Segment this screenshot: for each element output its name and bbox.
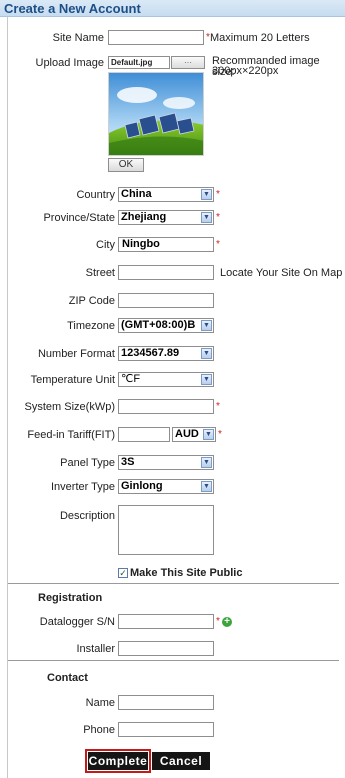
- city-label: City: [96, 239, 115, 251]
- registration-title: Registration: [38, 592, 103, 604]
- country-value: China: [121, 188, 152, 200]
- zip-input[interactable]: [118, 293, 214, 308]
- ok-button[interactable]: OK: [108, 158, 144, 172]
- fit-label: Feed-in Tariff(FIT): [27, 429, 115, 441]
- add-icon[interactable]: +: [222, 617, 232, 627]
- page-title: Create a New Account: [4, 1, 141, 16]
- timezone-select[interactable]: (GMT+08:00)B ▼: [118, 318, 214, 333]
- fit-required-mark: *: [218, 429, 222, 440]
- datalogger-input[interactable]: [118, 614, 214, 629]
- cancel-button[interactable]: Cancel: [152, 752, 210, 770]
- chevron-down-icon: ▼: [201, 374, 212, 385]
- panel-type-label: Panel Type: [60, 457, 115, 469]
- timezone-value: (GMT+08:00)B: [121, 319, 196, 331]
- public-checkbox-label: Make This Site Public: [130, 567, 243, 579]
- public-checkbox[interactable]: ✓: [118, 568, 128, 578]
- complete-button[interactable]: Complete: [85, 749, 151, 773]
- province-value: Zhejiang: [121, 211, 167, 223]
- fit-input[interactable]: [118, 427, 170, 442]
- temperature-unit-value: ℃F: [121, 373, 141, 385]
- timezone-label: Timezone: [67, 320, 115, 332]
- system-size-label: System Size(kWp): [24, 401, 115, 413]
- left-border: [7, 17, 8, 778]
- street-label: Street: [85, 267, 115, 279]
- datalogger-label: Datalogger S/N: [39, 616, 115, 628]
- contact-title: Contact: [47, 672, 88, 684]
- panel-type-select[interactable]: 3S ▼: [118, 455, 214, 470]
- contact-name-input[interactable]: [118, 695, 214, 710]
- upload-image-label: Upload Image: [35, 57, 105, 69]
- system-size-required-mark: *: [216, 401, 220, 412]
- country-label: Country: [76, 189, 115, 201]
- temperature-unit-select[interactable]: ℃F ▼: [118, 372, 214, 387]
- province-select[interactable]: Zhejiang ▼: [118, 210, 214, 225]
- installer-input[interactable]: [118, 641, 214, 656]
- chevron-down-icon: ▼: [201, 320, 212, 331]
- locate-map-link[interactable]: Locate Your Site On Map: [220, 265, 342, 281]
- temperature-unit-label: Temperature Unit: [30, 374, 115, 386]
- chevron-down-icon: ▼: [201, 481, 212, 492]
- number-format-label: Number Format: [37, 348, 115, 360]
- upload-file-field[interactable]: Default.jpg: [108, 56, 170, 69]
- site-name-input[interactable]: [108, 30, 204, 45]
- contact-phone-label: Phone: [83, 724, 115, 736]
- inverter-type-label: Inverter Type: [51, 481, 115, 493]
- page-header: Create a New Account: [0, 0, 345, 17]
- number-format-select[interactable]: 1234567.89 ▼: [118, 346, 214, 361]
- country-required-mark: *: [216, 189, 220, 200]
- city-required-mark: *: [216, 239, 220, 250]
- inverter-type-value: Ginlong: [121, 480, 163, 492]
- chevron-down-icon: ▼: [201, 348, 212, 359]
- site-name-label: Site Name: [52, 32, 104, 44]
- upload-hint-line2: 300px×220px: [212, 65, 279, 77]
- currency-value: AUD: [175, 428, 199, 440]
- chevron-down-icon: ▼: [201, 189, 212, 200]
- currency-select[interactable]: AUD ▼: [172, 427, 216, 442]
- divider: [8, 660, 339, 661]
- chevron-down-icon: ▼: [201, 212, 212, 223]
- system-size-input[interactable]: [118, 399, 214, 414]
- browse-button[interactable]: ···: [171, 56, 205, 69]
- contact-phone-input[interactable]: [118, 722, 214, 737]
- installer-label: Installer: [76, 643, 115, 655]
- street-input[interactable]: [118, 265, 214, 280]
- panel-type-value: 3S: [121, 456, 135, 468]
- site-name-hint: Maximum 20 Letters: [210, 32, 310, 44]
- number-format-value: 1234567.89: [121, 347, 180, 359]
- province-label: Province/State: [43, 212, 115, 224]
- province-required-mark: *: [216, 212, 220, 223]
- description-label: Description: [59, 510, 115, 522]
- inverter-type-select[interactable]: Ginlong ▼: [118, 479, 214, 494]
- solar-panel-image-icon: [109, 73, 203, 155]
- city-input[interactable]: Ningbo: [118, 237, 214, 252]
- zip-label: ZIP Code: [68, 295, 115, 307]
- contact-name-label: Name: [85, 697, 115, 709]
- chevron-down-icon: ▼: [201, 457, 212, 468]
- image-preview: [108, 72, 204, 156]
- divider: [8, 583, 339, 584]
- chevron-down-icon: ▼: [203, 429, 214, 440]
- country-select[interactable]: China ▼: [118, 187, 214, 202]
- datalogger-required-mark: *: [216, 616, 220, 627]
- description-textarea[interactable]: [118, 505, 214, 555]
